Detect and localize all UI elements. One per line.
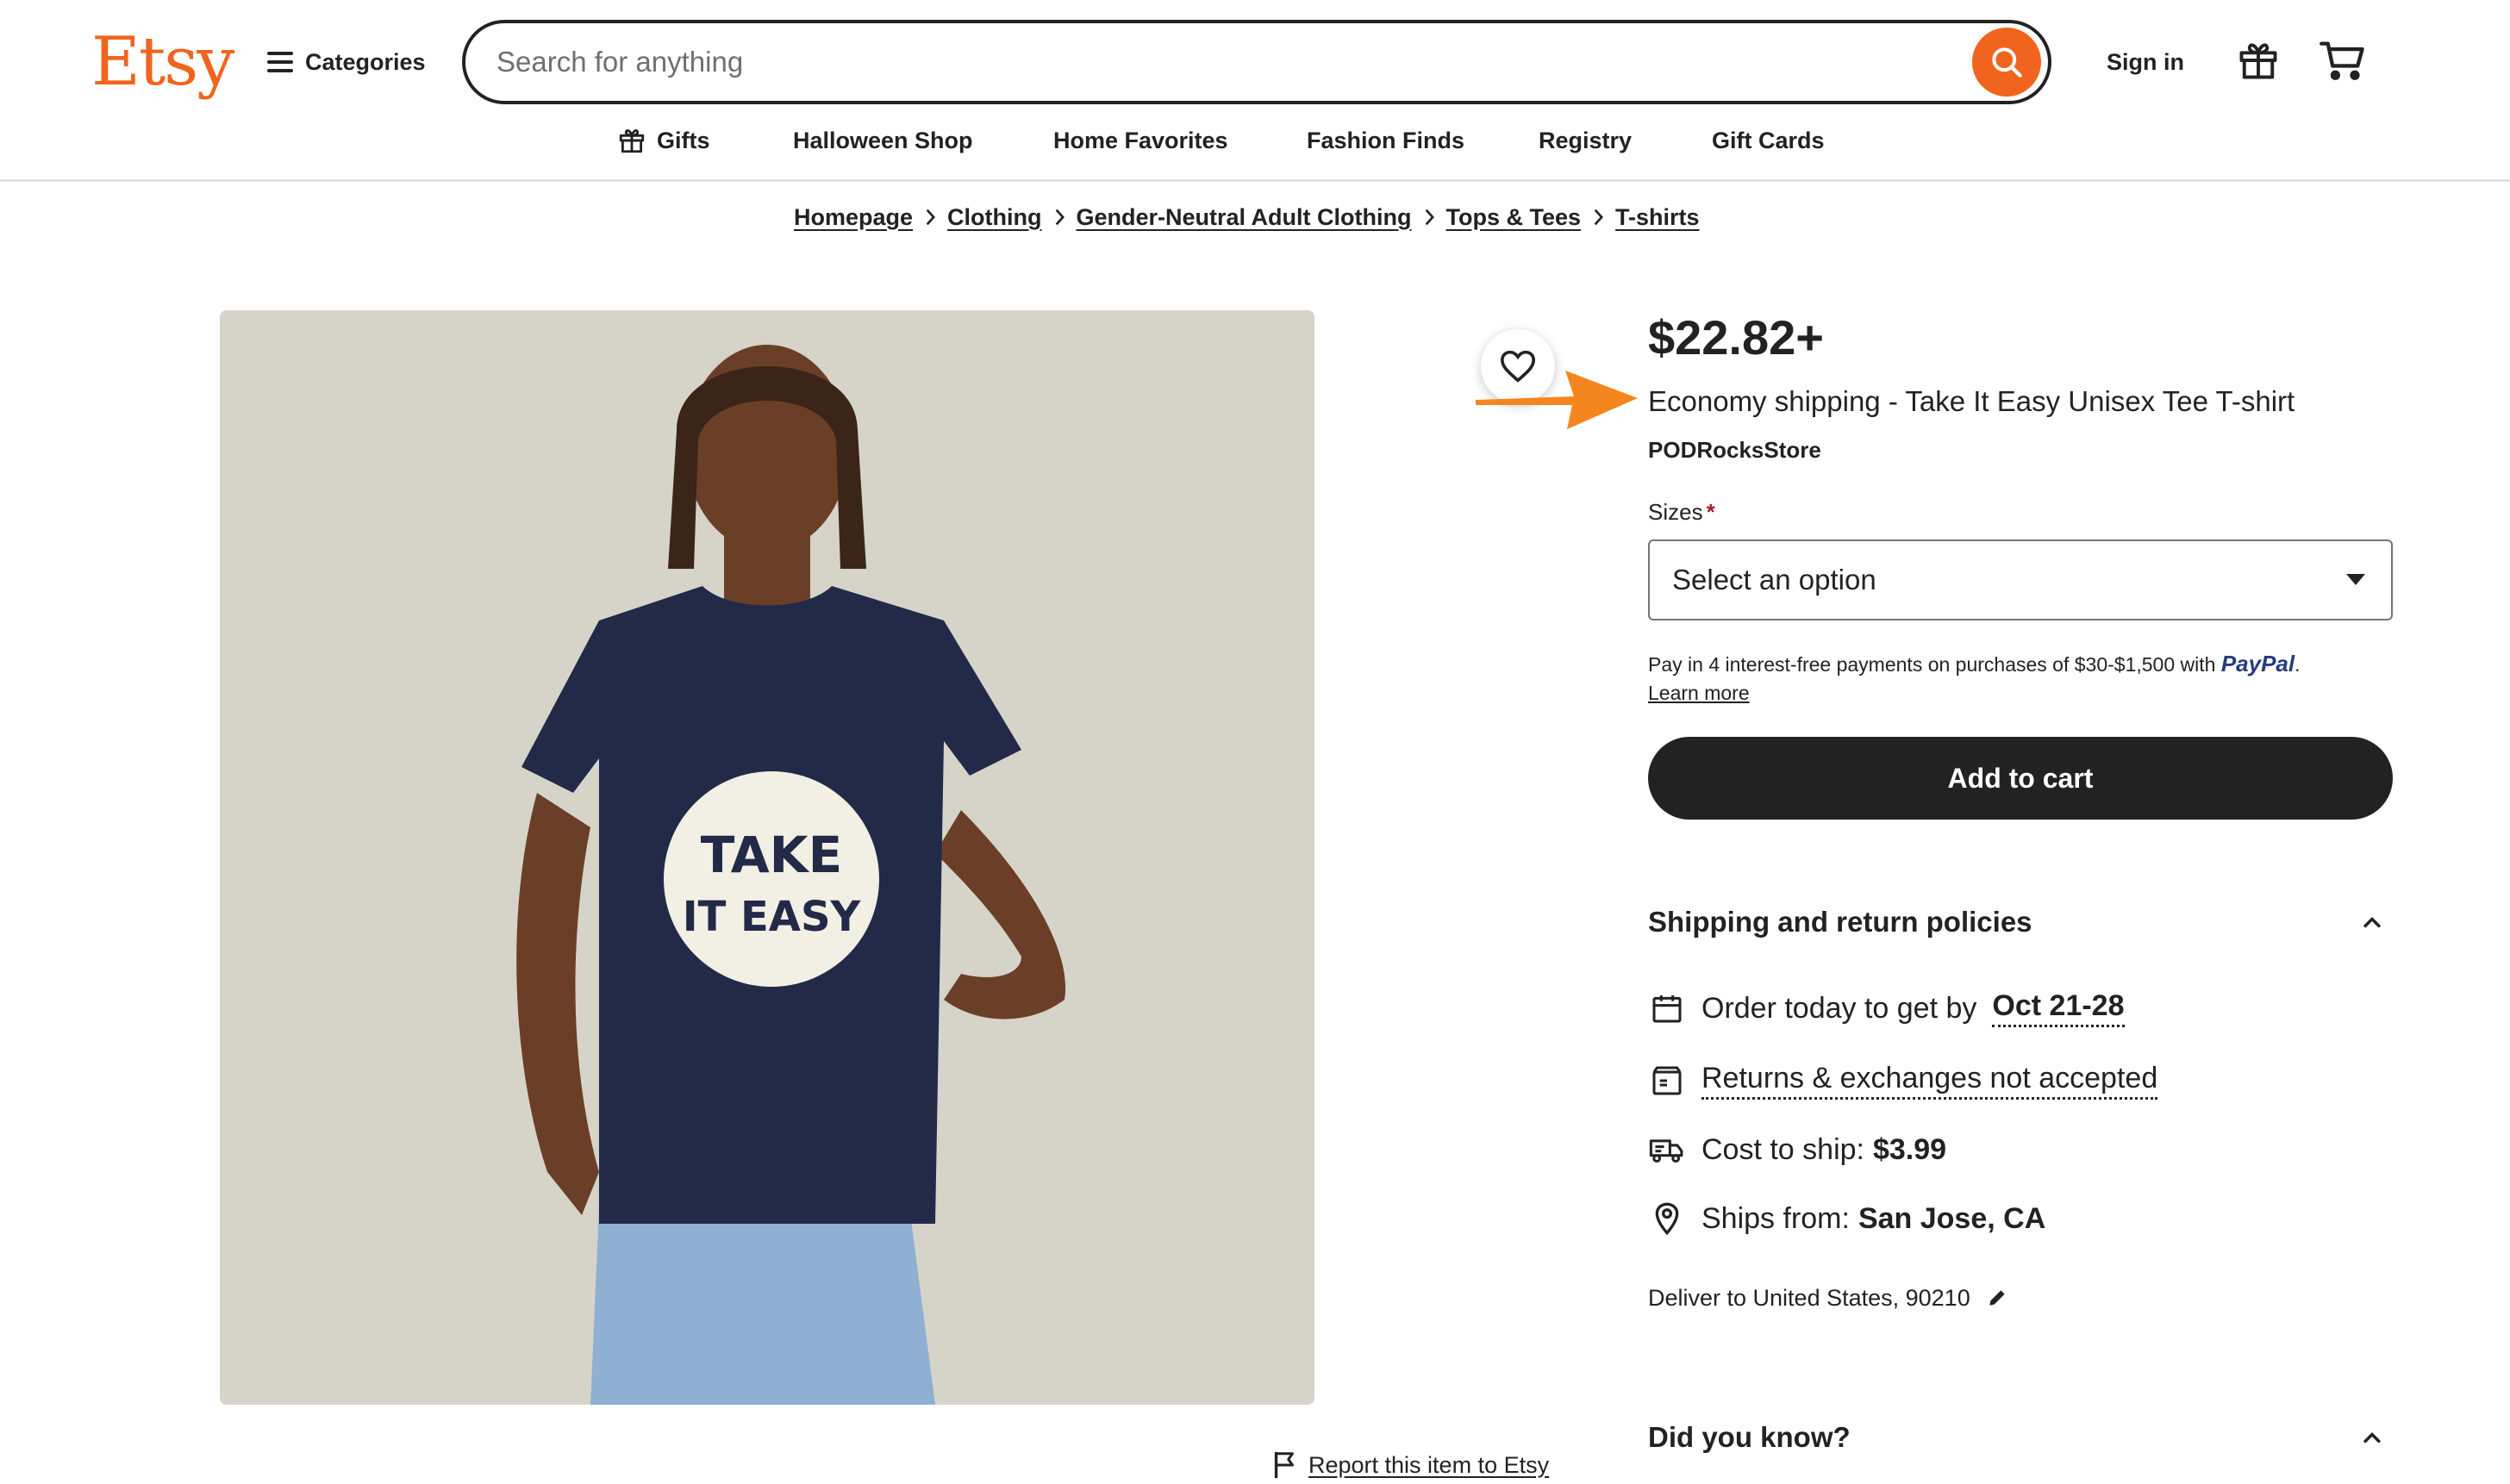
sign-in-link[interactable]: Sign in [2107,45,2184,79]
breadcrumb-tops-tees[interactable]: Tops & Tees [1446,204,1582,231]
delivery-date[interactable]: Oct 21-28 [1992,989,2125,1027]
sizes-select-value: Select an option [1672,564,1876,595]
order-today-text: Order today to get by [1701,991,1977,1025]
required-asterisk: * [1706,499,1715,525]
breadcrumb-tshirts[interactable]: T-shirts [1615,204,1700,231]
learn-more-link[interactable]: Learn more [1648,679,1750,707]
deliver-to[interactable]: Deliver to United States, 90210 [1648,1281,2008,1315]
report-item[interactable]: Report this item to Etsy [1272,1448,1549,1482]
arrow-annotation-icon [1476,371,1638,429]
cost-value: $3.99 [1872,1132,1947,1166]
site-header: Etsy Categories Sign in [0,0,2510,182]
truck-icon [1648,1131,1686,1169]
nav-gifts[interactable]: Gifts [617,121,710,160]
breadcrumb: Homepage Clothing Gender-Neutral Adult C… [794,200,1700,234]
delivery-estimate-row: Order today to get by Oct 21-28 [1648,988,2125,1029]
paypal-text: Pay in 4 interest-free payments on purch… [1648,653,2216,676]
product-price: $22.82+ [1648,310,1824,365]
ships-from-label: Ships from: [1701,1201,1850,1235]
add-to-cart-button[interactable]: Add to cart [1648,737,2393,820]
breadcrumb-homepage[interactable]: Homepage [794,204,913,231]
chevron-up-icon [2360,910,2384,934]
gift-icon [619,129,645,153]
report-link[interactable]: Report this item to Etsy [1308,1452,1549,1479]
categories-label: Categories [305,48,426,75]
breadcrumb-gender-neutral[interactable]: Gender-Neutral Adult Clothing [1077,204,1412,231]
search-input[interactable] [496,23,1910,101]
paypal-logo: PayPal [2220,651,2295,677]
did-you-know-title: Did you know? [1648,1421,1851,1453]
ships-from-value: San Jose, CA [1858,1201,2046,1235]
nav-gift-cards[interactable]: Gift Cards [1712,121,1825,160]
etsy-logo[interactable]: Etsy [91,19,234,105]
product-title: Economy shipping - Take It Easy Unisex T… [1648,385,2295,417]
product-image[interactable]: TAKE IT EASY [220,310,1314,1405]
shipping-policies-header[interactable]: Shipping and return policies [1648,901,2393,944]
location-pin-icon [1648,1200,1686,1238]
cost-to-ship-row: Cost to ship: $3.99 [1648,1129,1946,1170]
did-you-know-header[interactable]: Did you know? [1648,1416,2393,1459]
deliver-to-text: Deliver to United States, 90210 [1648,1284,1970,1311]
calendar-icon [1648,989,1686,1027]
chevron-right-icon [1042,209,1077,226]
sizes-label: Sizes * [1648,496,1715,527]
cart-icon[interactable] [2319,38,2367,83]
paypal-installments: Pay in 4 interest-free payments on purch… [1648,651,2301,677]
gift-icon[interactable] [2236,38,2281,83]
returns-row: Returns & exchanges not accepted [1648,1060,2158,1101]
chevron-right-icon [1581,209,1615,226]
returns-box-icon [1648,1062,1686,1100]
caret-down-icon [2346,574,2365,585]
flag-icon [1274,1451,1294,1479]
categories-button[interactable]: Categories [267,43,426,81]
hamburger-icon [267,52,293,72]
nav-gifts-label: Gifts [657,127,710,153]
pencil-icon [1989,1290,2005,1306]
sizes-label-text: Sizes [1648,499,1703,525]
sub-navigation: Gifts Halloween Shop Home Favorites Fash… [0,121,2510,160]
nav-fashion-finds[interactable]: Fashion Finds [1307,121,1464,160]
shirt-graphic-text: TAKE [701,826,843,884]
nav-registry[interactable]: Registry [1539,121,1632,160]
returns-policy-link[interactable]: Returns & exchanges not accepted [1701,1062,2158,1100]
sizes-select[interactable]: Select an option [1648,539,2393,620]
search-button[interactable] [1972,28,2041,97]
breadcrumb-clothing[interactable]: Clothing [947,204,1041,231]
shop-name-link[interactable]: PODRocksStore [1648,434,1821,465]
search-icon [1992,47,2022,78]
chevron-right-icon [1412,209,1446,226]
shipping-section-title: Shipping and return policies [1648,906,2032,938]
nav-halloween-shop[interactable]: Halloween Shop [793,121,973,160]
nav-home-favorites[interactable]: Home Favorites [1053,121,1228,160]
chevron-right-icon [913,209,947,226]
chevron-up-icon [2360,1425,2384,1450]
ships-from-row: Ships from: San Jose, CA [1648,1198,2045,1239]
search-bar [462,20,2051,104]
cost-label: Cost to ship: [1701,1132,1864,1166]
svg-text:IT EASY: IT EASY [683,893,862,941]
